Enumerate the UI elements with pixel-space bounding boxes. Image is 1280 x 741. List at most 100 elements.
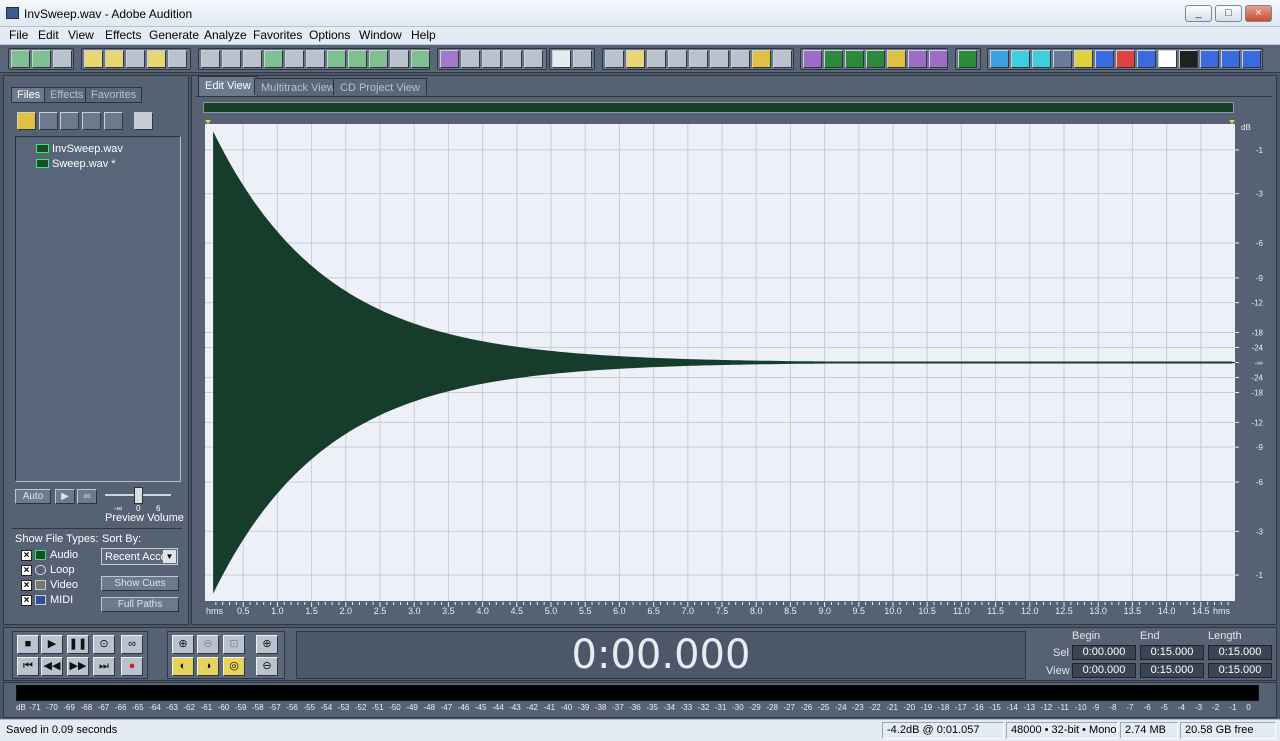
view-length-field[interactable]: 0:15.000 — [1208, 663, 1272, 678]
play-button[interactable]: ▶ — [41, 635, 63, 654]
sort-by-select[interactable]: Recent Acce ▼ — [101, 548, 178, 565]
zoom-to-left-icon[interactable]: ◐ — [172, 657, 194, 676]
record-button[interactable]: ● — [121, 657, 143, 676]
favorite-i-icon[interactable] — [1158, 50, 1177, 68]
window-b-icon[interactable] — [626, 50, 645, 68]
menu-window[interactable]: Window — [359, 28, 402, 42]
loop-checkbox[interactable]: × — [21, 565, 32, 576]
view-begin-field[interactable]: 0:00.000 — [1072, 663, 1136, 678]
tab-cd-project-view[interactable]: CD Project View — [333, 78, 427, 95]
redo-icon[interactable] — [222, 50, 241, 68]
preview-volume-slider[interactable] — [134, 487, 143, 504]
pause-button[interactable]: ❚❚ — [67, 635, 89, 654]
transport-window-icon[interactable] — [668, 50, 687, 68]
audio-checkbox[interactable]: × — [21, 550, 32, 561]
paste-icon[interactable] — [327, 50, 346, 68]
grid-c-icon[interactable] — [524, 50, 543, 68]
play-preview-button[interactable]: ▶ — [55, 489, 75, 504]
favorite-g-icon[interactable] — [1116, 50, 1135, 68]
trim-icon[interactable] — [390, 50, 409, 68]
level-meter[interactable] — [16, 685, 1259, 701]
view-end-field[interactable]: 0:15.000 — [1140, 663, 1204, 678]
window-c-icon[interactable] — [647, 50, 666, 68]
menu-analyze[interactable]: Analyze — [204, 28, 247, 42]
cut-icon[interactable] — [306, 50, 325, 68]
levels-window-icon[interactable] — [752, 50, 771, 68]
zoom-to-selection-icon[interactable]: ◎ — [223, 657, 245, 676]
play-to-end-button[interactable]: ⊙ — [93, 635, 115, 654]
auto-play-button[interactable]: Auto — [15, 489, 51, 504]
zoom-to-right-icon[interactable]: ◑ — [197, 657, 219, 676]
grid-b-icon[interactable] — [503, 50, 522, 68]
zoom-full-icon[interactable]: ⊡ — [223, 635, 245, 654]
save-all-icon[interactable] — [168, 50, 187, 68]
spectral-pan-icon[interactable] — [461, 50, 480, 68]
zoom-in-icon[interactable]: ⊕ — [172, 635, 194, 654]
zoom-out-icon[interactable]: ⊖ — [197, 635, 219, 654]
waveform-display[interactable]: hms hms 0.5 1.0 1.5 2.0 2.5 3.0 3.5 4.0 4.5 5.0 5.5 6… — [203, 116, 1273, 616]
zoom-in-vertical-icon[interactable]: ⊕ — [256, 635, 278, 654]
copy-icon[interactable] — [285, 50, 304, 68]
effect-f-icon[interactable] — [908, 50, 927, 68]
maximize-button[interactable]: □ — [1215, 5, 1242, 22]
frequency-analysis-icon[interactable] — [958, 50, 977, 68]
stop-button[interactable]: ■ — [17, 635, 39, 654]
marquee-tool-icon[interactable] — [573, 50, 592, 68]
menu-options[interactable]: Options — [309, 28, 350, 42]
go-to-end-button[interactable]: ⏭ — [93, 657, 115, 676]
multitrack-view-icon[interactable] — [32, 50, 51, 68]
close-button[interactable]: × — [1245, 5, 1272, 22]
zoom-window-icon[interactable] — [689, 50, 708, 68]
favorite-j-icon[interactable] — [1179, 50, 1198, 68]
tab-files[interactable]: Files — [11, 87, 47, 103]
menu-generate[interactable]: Generate — [149, 28, 199, 42]
favorite-l-icon[interactable] — [1221, 50, 1240, 68]
new-file-icon[interactable] — [84, 50, 103, 68]
paste-new-icon[interactable] — [348, 50, 367, 68]
insert-file-icon[interactable] — [104, 112, 123, 130]
effect-g-icon[interactable] — [929, 50, 948, 68]
import-icon[interactable] — [39, 112, 58, 130]
save-icon[interactable] — [126, 50, 145, 68]
loop-button[interactable]: ∞ — [121, 635, 143, 654]
save-as-icon[interactable] — [147, 50, 166, 68]
loop-preview-button[interactable]: ∞ — [77, 489, 97, 504]
effect-a-icon[interactable] — [803, 50, 822, 68]
tab-multitrack-view[interactable]: Multitrack View — [254, 78, 342, 95]
minimize-button[interactable]: _ — [1185, 5, 1212, 22]
menu-edit[interactable]: Edit — [38, 28, 59, 42]
app-icon[interactable] — [6, 7, 19, 19]
favorite-b-icon[interactable] — [1011, 50, 1030, 68]
play-preview-icon[interactable] — [134, 112, 153, 130]
favorite-h-icon[interactable] — [1137, 50, 1156, 68]
selection-length-field[interactable]: 0:15.000 — [1208, 645, 1272, 660]
favorite-k-icon[interactable] — [1200, 50, 1219, 68]
favorite-e-icon[interactable] — [1074, 50, 1093, 68]
list-item[interactable]: InvSweep.wav — [36, 143, 123, 156]
spectral-view-icon[interactable] — [440, 50, 459, 68]
favorite-a-icon[interactable] — [990, 50, 1009, 68]
effect-e-icon[interactable] — [887, 50, 906, 68]
menu-help[interactable]: Help — [411, 28, 436, 42]
tab-favorites[interactable]: Favorites — [85, 87, 143, 103]
video-checkbox[interactable]: × — [21, 580, 32, 591]
menu-favorites[interactable]: Favorites — [253, 28, 302, 42]
favorite-f-icon[interactable] — [1095, 50, 1114, 68]
time-selection-tool-icon[interactable] — [552, 50, 571, 68]
copy-to-new-icon[interactable] — [264, 50, 283, 68]
open-file-icon[interactable] — [105, 50, 124, 68]
mix-paste-icon[interactable] — [369, 50, 388, 68]
chevron-down-icon[interactable]: ▼ — [163, 550, 176, 563]
rewind-button[interactable]: ◀◀ — [41, 657, 63, 676]
window-a-icon[interactable] — [605, 50, 624, 68]
undo-icon[interactable] — [201, 50, 220, 68]
favorite-d-icon[interactable] — [1053, 50, 1072, 68]
tab-edit-view[interactable]: Edit View — [198, 76, 258, 96]
tab-effects[interactable]: Effects — [44, 87, 90, 103]
midi-checkbox[interactable]: × — [21, 595, 32, 606]
menu-effects[interactable]: Effects — [105, 28, 141, 42]
loop-paste-icon[interactable] — [411, 50, 430, 68]
selection-begin-field[interactable]: 0:00.000 — [1072, 645, 1136, 660]
go-to-start-button[interactable]: ⏮ — [17, 657, 39, 676]
list-item[interactable]: Sweep.wav * — [36, 158, 116, 171]
